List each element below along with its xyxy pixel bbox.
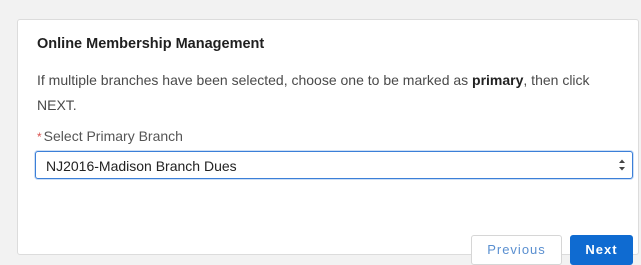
- instruction-text: If multiple branches have been selected,…: [37, 68, 627, 117]
- required-marker: *: [37, 130, 42, 144]
- membership-card: Online Membership Management If multiple…: [17, 19, 639, 265]
- primary-branch-selected-value: NJ2016-Madison Branch Dues: [46, 158, 237, 174]
- instruction-text-bold: primary: [472, 72, 524, 88]
- primary-branch-select[interactable]: NJ2016-Madison Branch Dues: [35, 151, 633, 179]
- next-button[interactable]: Next: [570, 235, 633, 265]
- instruction-text-start: If multiple branches have been selected,…: [37, 72, 473, 88]
- select-primary-branch-label: * Select Primary Branch: [37, 128, 183, 144]
- card-title: Online Membership Management: [37, 36, 265, 52]
- updown-chevron-icon: [618, 157, 626, 173]
- select-primary-branch-label-text: Select Primary Branch: [43, 128, 183, 144]
- previous-button[interactable]: Previous: [471, 235, 562, 265]
